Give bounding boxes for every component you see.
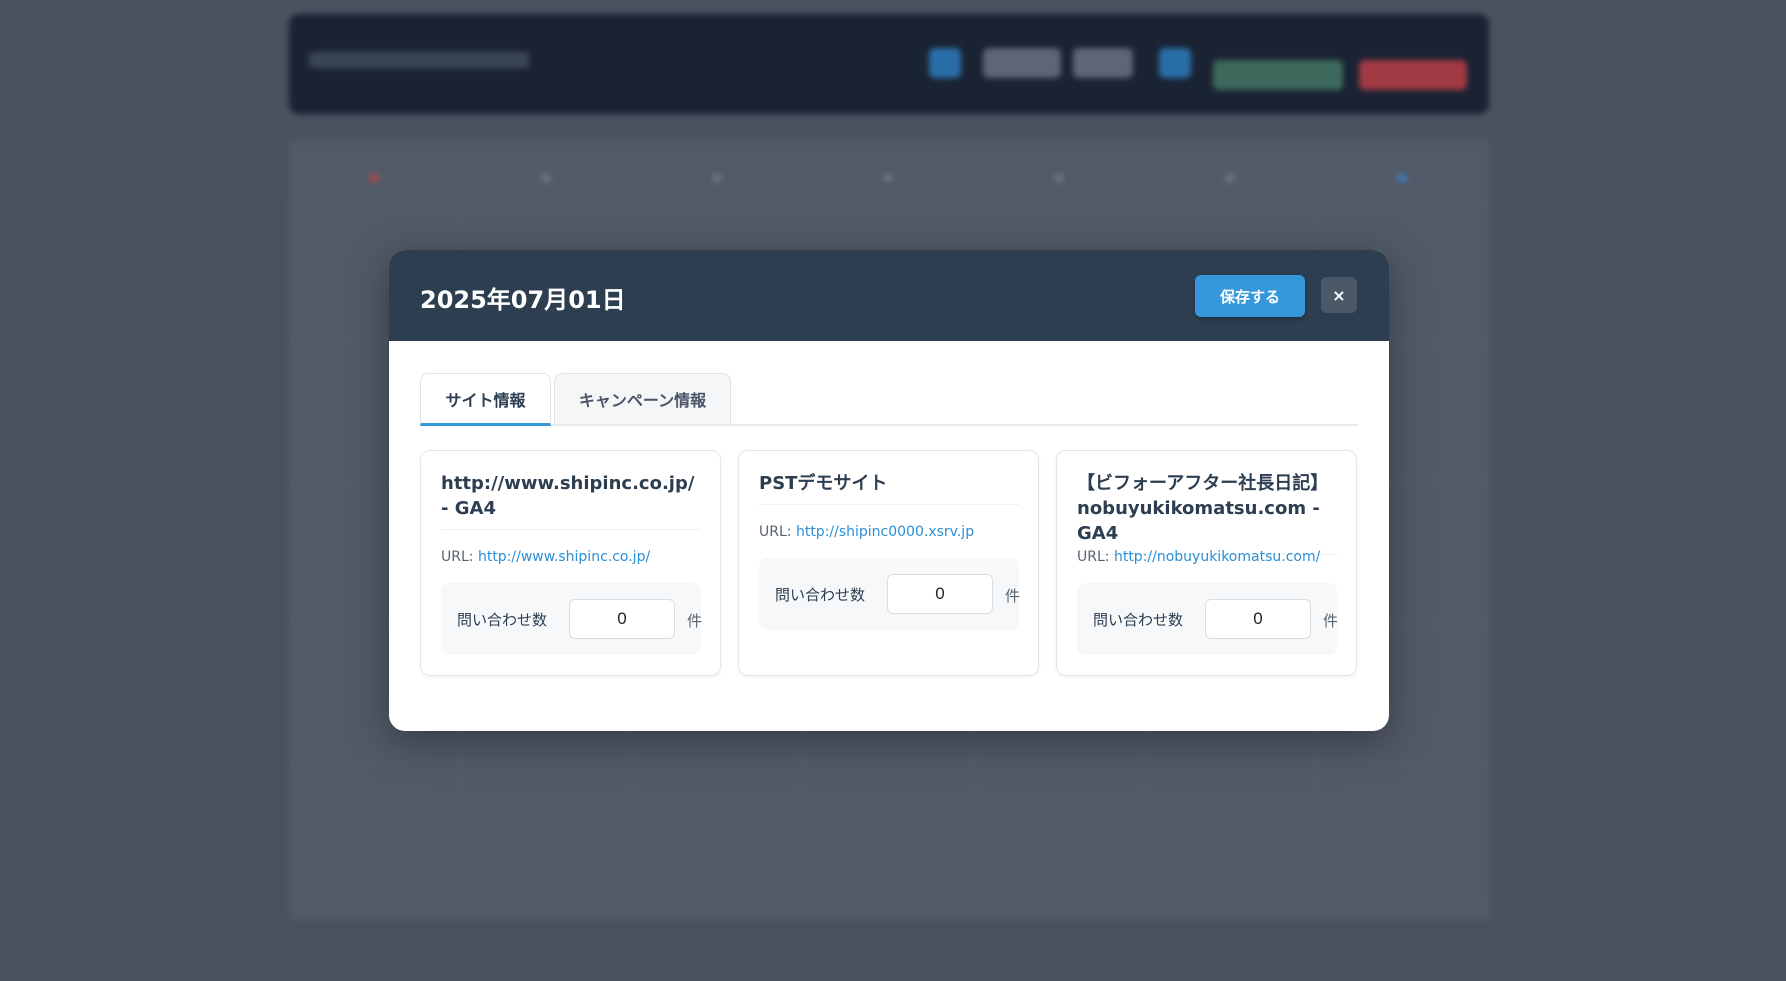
tab-site-info[interactable]: サイト情報 [420,373,551,426]
inquiry-count-unit: 件 [1005,587,1021,605]
site-url-link[interactable]: http://shipinc0000.xsrv.jp [796,524,974,540]
site-card: http://www.shipinc.co.jp/ - GA4 URL: htt… [420,450,721,676]
inquiry-count-unit: 件 [687,612,703,630]
inquiry-count-input[interactable] [887,574,993,614]
background-chip [1159,48,1191,78]
background-header-title [309,52,529,68]
background-weekday [712,174,722,182]
background-header [289,14,1489,114]
inquiry-count-input[interactable] [1205,599,1311,639]
site-url-link[interactable]: http://nobuyukikomatsu.com/ [1114,549,1320,565]
site-card: PSTデモサイト URL: http://shipinc0000.xsrv.jp… [738,450,1039,676]
background-chip [1073,48,1133,78]
inquiry-count-box: 問い合わせ数 件 [759,558,1021,630]
background-weekday [1225,174,1235,182]
modal-header: 2025年07月01日 保存する × [389,250,1389,341]
site-url: URL: http://shipinc0000.xsrv.jp [759,524,974,540]
modal-title: 2025年07月01日 [420,286,626,314]
background-weekday [1054,174,1064,182]
url-label: URL: [1077,549,1110,565]
inquiry-count-box: 問い合わせ数 件 [1077,583,1339,655]
inquiry-count-label: 問い合わせ数 [775,586,866,604]
site-title: PSTデモサイト [759,471,1019,505]
background-chip [1213,60,1343,90]
site-card: 【ビフォーアフター社長日記】nobuyukikomatsu.com - GA4 … [1056,450,1357,676]
inquiry-count-label: 問い合わせ数 [1093,611,1184,629]
site-url: URL: http://www.shipinc.co.jp/ [441,549,650,565]
site-url-link[interactable]: http://www.shipinc.co.jp/ [478,549,650,565]
site-title: http://www.shipinc.co.jp/ - GA4 [441,471,701,530]
background-weekday [1397,174,1407,182]
background-chip [1359,60,1467,90]
save-button[interactable]: 保存する [1195,275,1305,317]
site-cards: http://www.shipinc.co.jp/ - GA4 URL: htt… [420,450,1358,676]
background-weekday [369,174,379,182]
inquiry-count-box: 問い合わせ数 件 [441,583,703,655]
tab-campaign-info[interactable]: キャンペーン情報 [554,373,731,424]
url-label: URL: [759,524,792,540]
close-button[interactable]: × [1321,277,1357,313]
site-url: URL: http://nobuyukikomatsu.com/ [1077,549,1320,565]
date-modal: 2025年07月01日 保存する × サイト情報 キャンペーン情報 http:/… [389,250,1389,731]
inquiry-count-input[interactable] [569,599,675,639]
inquiry-count-label: 問い合わせ数 [457,611,548,629]
background-chip [983,48,1061,78]
background-chip [929,48,961,78]
background-weekday [883,174,893,182]
tab-bar: サイト情報 キャンペーン情報 [420,373,1358,426]
site-title: 【ビフォーアフター社長日記】nobuyukikomatsu.com - GA4 [1077,471,1337,555]
url-label: URL: [441,549,474,565]
background-weekday [541,174,551,182]
inquiry-count-unit: 件 [1323,612,1339,630]
